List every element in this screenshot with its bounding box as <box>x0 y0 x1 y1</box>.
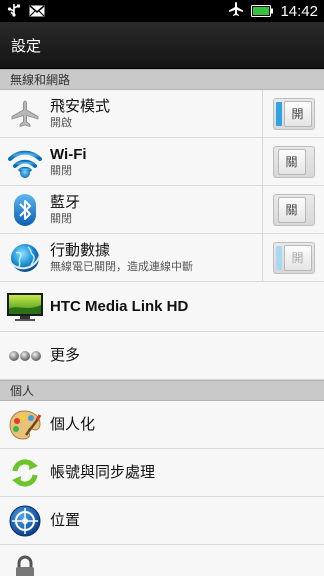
bluetooth-title: 藍牙 <box>50 193 81 211</box>
media-link-row[interactable]: HTC Media Link HD <box>0 282 324 332</box>
bluetooth-toggle[interactable]: 關 <box>272 193 315 226</box>
title-bar: 設定 <box>0 22 324 69</box>
mobile-data-row[interactable]: 行動數據 無線電已關閉，造成連線中斷 開 <box>0 233 324 282</box>
more-title: 更多 <box>50 346 81 364</box>
lock-icon <box>0 545 50 576</box>
mobile-data-globe-icon <box>0 234 50 282</box>
personalize-row[interactable]: 個人化 <box>0 401 324 449</box>
wifi-toggle[interactable]: 關 <box>272 145 315 178</box>
section-header-label: 無線和網路 <box>10 73 71 87</box>
clock: 14:42 <box>280 2 318 20</box>
airplane-mode-row[interactable]: 飛安模式 開啟 開 <box>0 89 324 138</box>
sync-icon <box>0 449 50 497</box>
location-icon <box>0 497 50 545</box>
personalize-title: 個人化 <box>50 415 96 433</box>
airplane-mode-status: 開啟 <box>50 116 72 129</box>
airplane-mode-icon <box>228 1 244 21</box>
airplane-icon <box>0 90 50 138</box>
palette-icon <box>0 401 50 449</box>
section-header-personal: 個人 <box>0 380 324 401</box>
more-row[interactable]: 更多 <box>0 332 324 380</box>
page-title: 設定 <box>11 36 42 55</box>
location-row[interactable]: 位置 <box>0 497 324 545</box>
mobile-data-title: 行動數據 <box>50 241 111 259</box>
usb-icon <box>6 2 22 21</box>
mobile-data-status: 無線電已關閉，造成連線中斷 <box>50 260 193 273</box>
section-header-wireless: 無線和網路 <box>0 69 324 90</box>
airplane-mode-title: 飛安模式 <box>50 97 111 115</box>
section-header-label: 個人 <box>10 384 35 398</box>
airplane-mode-toggle[interactable]: 開 <box>272 97 315 130</box>
bluetooth-status: 關閉 <box>50 212 72 225</box>
bluetooth-row[interactable]: 藍牙 關閉 關 <box>0 185 324 234</box>
battery-icon <box>251 2 274 21</box>
mail-icon <box>29 2 45 21</box>
media-link-title: HTC Media Link HD <box>50 298 189 315</box>
wifi-status: 關閉 <box>50 164 72 177</box>
bluetooth-icon <box>0 186 50 234</box>
location-title: 位置 <box>50 511 81 529</box>
accounts-sync-row[interactable]: 帳號與同步處理 <box>0 449 324 497</box>
tv-icon <box>0 283 50 331</box>
wifi-icon <box>0 138 50 186</box>
next-row-partial[interactable] <box>0 545 324 576</box>
wifi-row[interactable]: Wi-Fi 關閉 關 <box>0 137 324 186</box>
status-bar: 14:42 <box>0 0 324 22</box>
wifi-title: Wi-Fi <box>50 146 87 163</box>
mobile-data-toggle[interactable]: 開 <box>272 241 315 274</box>
accounts-sync-title: 帳號與同步處理 <box>50 463 156 481</box>
more-dots-icon <box>0 332 50 380</box>
